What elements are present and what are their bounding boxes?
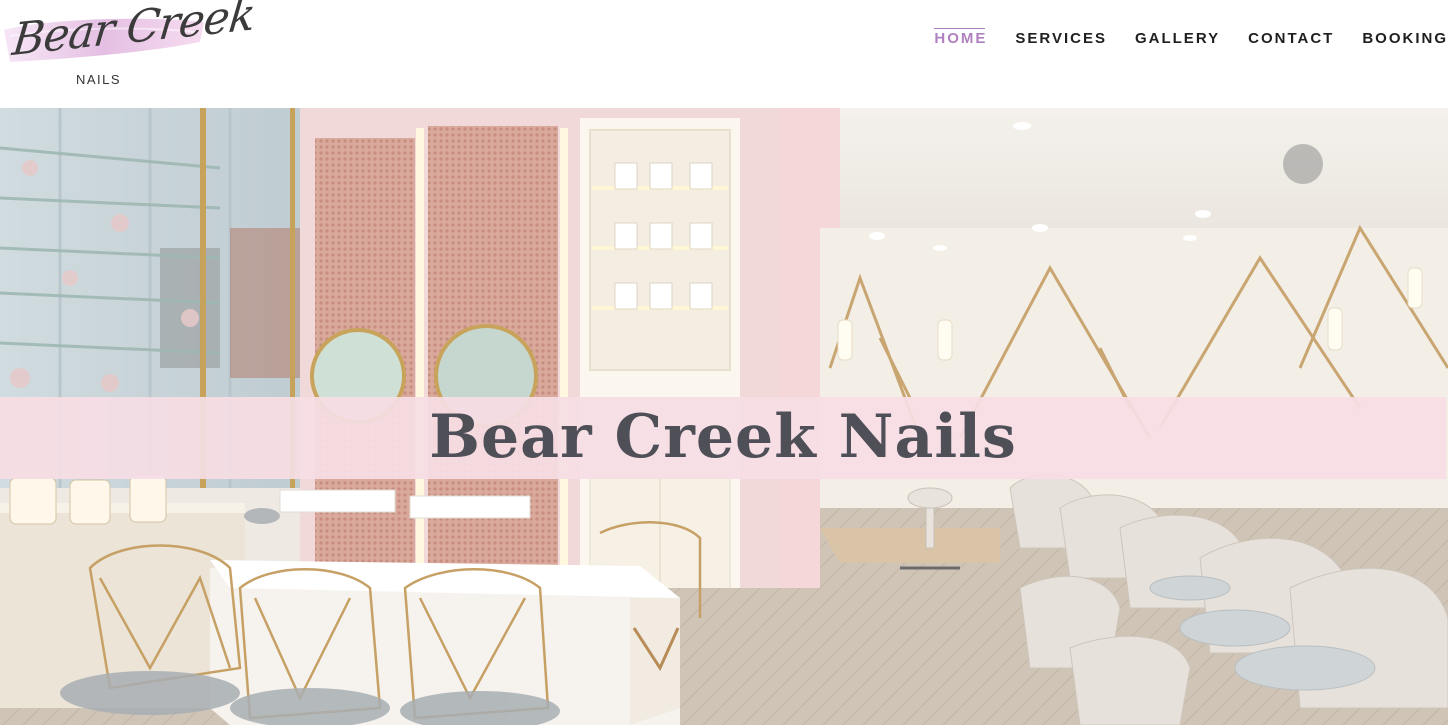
hero-title-banner: Bear Creek Nails (0, 397, 1446, 479)
hero-title: Bear Creek Nails (429, 402, 1017, 472)
main-nav: HOME SERVICES GALLERY CONTACT BOOKING (906, 28, 1448, 52)
nav-home[interactable]: HOME (934, 28, 987, 52)
nav-services[interactable]: SERVICES (1015, 28, 1107, 52)
site-header: Bear Creek NAILS HOME SERVICES GALLERY C… (0, 0, 1448, 108)
nav-gallery[interactable]: GALLERY (1135, 28, 1220, 52)
logo-subtitle: NAILS (76, 72, 122, 87)
brand-logo[interactable]: Bear Creek NAILS (0, 0, 257, 96)
nav-contact[interactable]: CONTACT (1248, 28, 1334, 52)
hero-section: Bear Creek Nails (0, 108, 1448, 725)
nav-booking[interactable]: BOOKING (1362, 28, 1448, 52)
